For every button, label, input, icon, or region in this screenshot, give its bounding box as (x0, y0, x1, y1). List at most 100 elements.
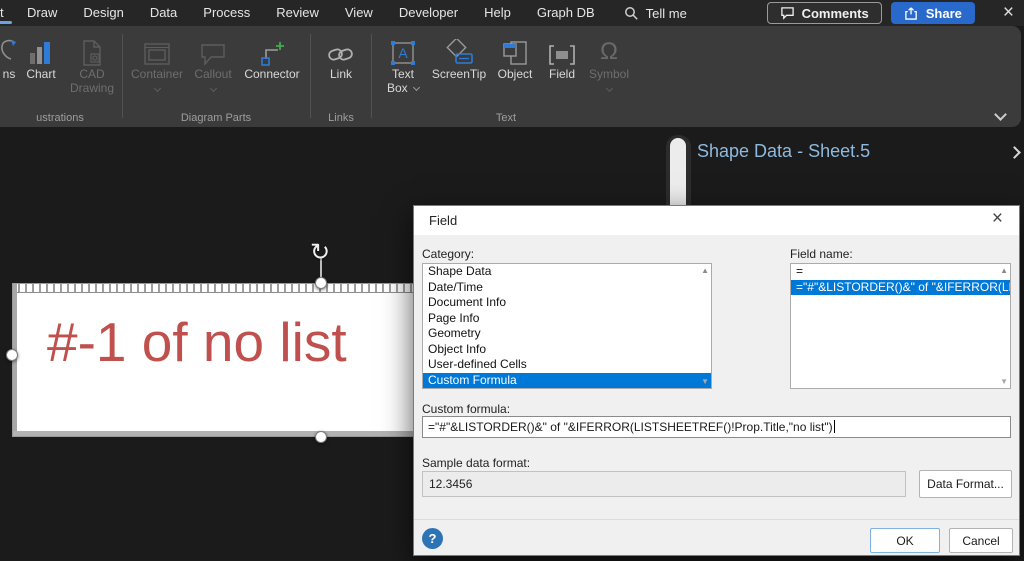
category-label: Category: (422, 247, 475, 261)
field-dialog: Field × Category: Shape Data Date/Time D… (413, 205, 1020, 556)
symbol-label: Symbol (588, 67, 629, 81)
category-item[interactable]: Shape Data (423, 264, 711, 280)
connector-icon (258, 31, 286, 67)
tab-design[interactable]: Design (70, 0, 136, 26)
comments-button[interactable]: Comments (766, 2, 882, 24)
tab-view[interactable]: View (332, 0, 386, 26)
callout-icon (199, 31, 227, 67)
field-name-listbox: = ="#"&LISTORDER()&" of "&IFERROR(LISTSH… (790, 263, 1011, 389)
field-button[interactable]: Field (540, 31, 584, 95)
tab-process[interactable]: Process (190, 0, 263, 26)
object-label: Object (497, 67, 533, 81)
comment-bubble-icon (780, 7, 794, 20)
window-close-button[interactable]: × (993, 0, 1024, 26)
icons-label: ns (2, 67, 16, 81)
tab-graph-db[interactable]: Graph DB (524, 0, 608, 26)
category-item[interactable]: Geometry (423, 326, 711, 342)
callout-label: Callout (194, 67, 232, 81)
active-tab-underline (0, 21, 12, 24)
container-dropdown-chevron (153, 83, 161, 93)
shape-handle-top[interactable] (315, 277, 327, 289)
category-item[interactable]: Date/Time (423, 280, 711, 296)
panel-scrollbar-thumb[interactable] (670, 138, 686, 213)
ok-button[interactable]: OK (870, 528, 940, 553)
category-listbox: Shape Data Date/Time Document Info Page … (422, 263, 712, 389)
cad-drawing-icon (80, 31, 104, 67)
chart-icon (28, 31, 54, 67)
tell-me[interactable]: Tell me (624, 6, 687, 21)
field-icon (547, 31, 577, 67)
shape-field-text: #-1 of no list (47, 311, 347, 373)
link-button[interactable]: Link (317, 31, 365, 81)
comments-label: Comments (801, 5, 869, 21)
category-item[interactable]: Object Info (423, 342, 711, 358)
container-label: Container (130, 67, 184, 81)
group-label-illustrations: ustrations (36, 112, 84, 124)
tab-help[interactable]: Help (471, 0, 524, 26)
screentip-button[interactable]: ScreenTip (428, 31, 490, 95)
object-button[interactable]: Object (490, 31, 540, 95)
text-box-dropdown-chevron (412, 83, 421, 92)
category-scroll-up-icon[interactable]: ▲ (701, 266, 709, 275)
visio-window: t Draw Design Data Process Review View D… (0, 0, 1024, 561)
ribbon-collapse-chevron-icon[interactable] (994, 108, 1007, 121)
sample-data-format-field[interactable]: 12.3456 (422, 471, 906, 497)
dialog-titlebar[interactable]: Field × (414, 206, 1019, 235)
dialog-close-button[interactable]: × (984, 208, 1011, 230)
custom-formula-label: Custom formula: (422, 402, 511, 416)
field-name-item[interactable]: = (791, 264, 1010, 280)
object-icon (501, 31, 529, 67)
field-name-label: Field name: (790, 247, 853, 261)
cad-drawing-label-line1: CAD (79, 67, 105, 81)
text-box-button[interactable]: A Text Box (378, 31, 428, 95)
symbol-dropdown-chevron (605, 83, 613, 93)
category-item[interactable]: Document Info (423, 295, 711, 311)
category-scroll-down-icon[interactable]: ▼ (701, 377, 709, 386)
category-item[interactable]: Page Info (423, 311, 711, 327)
dialog-footer-separator (414, 519, 1019, 520)
container-icon (143, 31, 171, 67)
help-icon[interactable]: ? (422, 528, 443, 549)
shape-handle-left[interactable] (6, 349, 18, 361)
rotation-handle-icon[interactable]: ↻ (310, 238, 330, 267)
share-button[interactable]: Share (890, 2, 975, 24)
text-box-label-line1: Text (391, 67, 414, 81)
share-label: Share (925, 5, 962, 21)
connector-button[interactable]: Connector (238, 31, 306, 93)
field-name-item-selected[interactable]: ="#"&LISTORDER()&" of "&IFERROR(LISTSHEE… (791, 279, 1010, 295)
screentip-label: ScreenTip (431, 67, 487, 81)
sample-data-format-label: Sample data format: (422, 456, 531, 470)
data-format-button[interactable]: Data Format... (919, 470, 1012, 498)
cancel-button[interactable]: Cancel (949, 528, 1013, 553)
group-label-text: Text (495, 112, 517, 124)
custom-formula-input[interactable]: ="#"&LISTORDER()&" of "&IFERROR(LISTSHEE… (422, 416, 1011, 438)
tab-insert-partial[interactable]: t (0, 0, 14, 26)
text-box-label-box: Box (386, 81, 408, 95)
tell-me-label: Tell me (645, 5, 687, 21)
tab-review[interactable]: Review (263, 0, 332, 26)
field-name-scroll-up-icon[interactable]: ▲ (1000, 266, 1008, 275)
container-button: Container (126, 31, 188, 93)
callout-dropdown-chevron (209, 83, 217, 93)
tab-data[interactable]: Data (137, 0, 190, 26)
custom-formula-value: ="#"&LISTORDER()&" of "&IFERROR(LISTSHEE… (428, 420, 833, 434)
screentip-icon (443, 31, 475, 67)
group-label-diagram-parts: Diagram Parts (180, 112, 252, 124)
menu-bar: t Draw Design Data Process Review View D… (0, 0, 1024, 26)
icons-icon (1, 31, 17, 67)
icons-button-partial[interactable]: ns (1, 31, 17, 95)
tab-developer[interactable]: Developer (386, 0, 471, 26)
category-item-selected[interactable]: Custom Formula (423, 372, 711, 388)
connector-label: Connector (244, 67, 300, 81)
field-label: Field (548, 67, 575, 81)
shape-handle-bottom[interactable] (315, 431, 327, 443)
tab-draw[interactable]: Draw (14, 0, 70, 26)
text-box-label-line2: Box (386, 81, 421, 95)
chart-button[interactable]: Chart (17, 31, 65, 95)
group-label-links: Links (328, 112, 354, 124)
chart-label: Chart (26, 67, 56, 81)
panel-scrollbar-track[interactable] (666, 135, 691, 213)
field-name-scroll-down-icon[interactable]: ▼ (1000, 377, 1008, 386)
symbol-button: Ω Symbol (584, 31, 634, 95)
category-item[interactable]: User-defined Cells (423, 357, 711, 373)
